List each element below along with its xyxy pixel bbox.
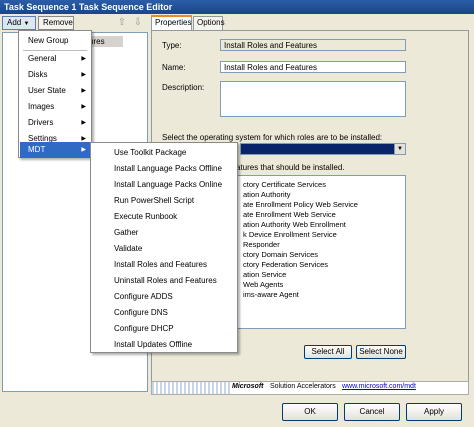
mdt-link[interactable]: www.microsoft.com/mdt [342,383,416,390]
remove-button-label: Remove [43,18,73,27]
submenu-arrow-icon: ▶ [81,72,86,78]
menu-item-configure-dhcp[interactable]: Configure DHCP [92,321,236,337]
chevron-down-icon[interactable]: ▼ [394,144,405,154]
menu-item-install-language-packs-offline[interactable]: Install Language Packs Offline [92,161,236,177]
menu-item-images[interactable]: Images ▶ [20,99,90,115]
menu-item-configure-dns[interactable]: Configure DNS [92,305,236,321]
type-label: Type: [162,41,182,50]
menu-item-label: User State [28,86,66,95]
select-all-button[interactable]: Select All [304,345,352,359]
name-label: Name: [162,63,186,72]
description-label: Description: [162,83,205,92]
menu-item-gather[interactable]: Gather [92,225,236,241]
menu-item-user-state[interactable]: User State ▶ [20,83,90,99]
os-prompt: Select the operating system for which ro… [162,133,383,142]
toolbar: Add ▼ Remove ⇧ ⇩ [2,16,150,31]
window-title-bar: Task Sequence 1 Task Sequence Editor [0,0,474,14]
submenu-arrow-icon: ▶ [81,56,86,62]
add-button[interactable]: Add ▼ [2,16,36,30]
menu-item-disks[interactable]: Disks ▶ [20,67,90,83]
type-field: Install Roles and Features [220,39,406,51]
tab-options[interactable]: Options [193,16,225,30]
menu-item-execute-runbook[interactable]: Execute Runbook [92,209,236,225]
cancel-button[interactable]: Cancel [344,403,400,421]
submenu-arrow-icon: ▶ [81,147,86,153]
mdt-submenu: Use Toolkit Package Install Language Pac… [90,142,238,353]
menu-item-use-toolkit-package[interactable]: Use Toolkit Package [92,145,236,161]
banner-pattern [152,382,232,394]
features-prompt: atures that should be installed. [236,163,345,172]
remove-button[interactable]: Remove [38,16,74,30]
description-field[interactable] [220,81,406,117]
menu-item-mdt[interactable]: MDT ▶ [20,142,90,158]
menu-item-install-roles-and-features[interactable]: Install Roles and Features [92,257,236,273]
dropdown-arrow-icon: ▼ [23,21,30,27]
add-menu: New Group General ▶ Disks ▶ User State ▶ Im… [18,30,92,158]
menu-item-run-powershell-script[interactable]: Run PowerShell Script [92,193,236,209]
menu-item-general[interactable]: General ▶ [20,51,90,67]
tab-properties[interactable]: Properties [151,15,192,30]
select-none-button[interactable]: Select None [356,345,406,359]
menu-item-label: New Group [28,36,69,45]
submenu-arrow-icon: ▶ [81,104,86,110]
menu-item-label: MDT [28,145,46,154]
apply-button[interactable]: Apply [406,403,462,421]
submenu-arrow-icon: ▶ [81,120,86,126]
tab-options-label: Options [197,18,225,27]
tab-properties-label: Properties [155,18,192,27]
menu-item-validate[interactable]: Validate [92,241,236,257]
move-up-icon[interactable]: ⇧ [116,17,128,29]
submenu-arrow-icon: ▶ [81,88,86,94]
banner-tagline: Solution Accelerators [270,383,336,390]
menu-item-label: Images [28,102,55,111]
editor-window: Add ▼ Remove ⇧ ⇩ ures Properties Options… [0,14,474,427]
name-field[interactable]: Install Roles and Features [220,61,406,73]
ok-button[interactable]: OK [282,403,338,421]
menu-item-drivers[interactable]: Drivers ▶ [20,115,90,131]
solution-accelerators-banner: Microsoft Solution Accelerators www.micr… [151,381,469,395]
menu-item-configure-adds[interactable]: Configure ADDS [92,289,236,305]
menu-item-label: General [28,54,57,63]
menu-item-new-group[interactable]: New Group [20,33,90,49]
menu-item-uninstall-roles-and-features[interactable]: Uninstall Roles and Features [92,273,236,289]
move-down-icon[interactable]: ⇩ [132,17,144,29]
menu-item-install-language-packs-online[interactable]: Install Language Packs Online [92,177,236,193]
os-select[interactable]: ▼ [240,143,406,155]
menu-item-install-updates-offline[interactable]: Install Updates Offline [92,337,236,353]
window-title: Task Sequence 1 Task Sequence Editor [4,2,173,12]
menu-item-label: Disks [28,70,48,79]
add-button-label: Add [7,18,22,27]
microsoft-logo: Microsoft [232,383,264,390]
menu-item-label: Drivers [28,118,54,127]
